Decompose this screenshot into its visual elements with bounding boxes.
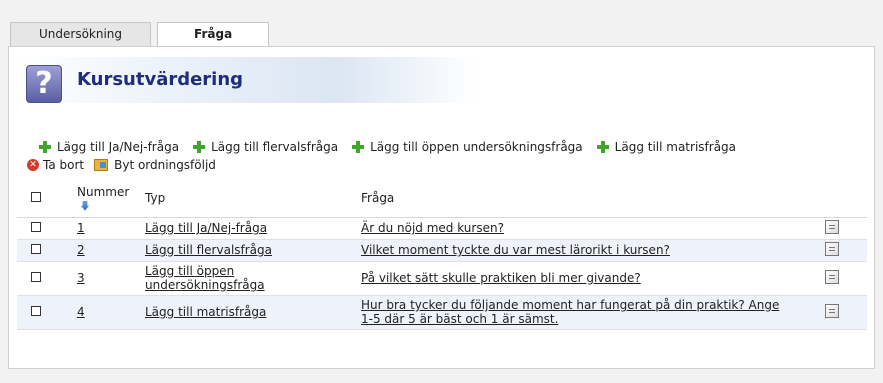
header-number-label: Nummer [77, 184, 130, 199]
questions-table: Nummer Typ Fråga 1 Lägg till Ja/Nej-fråg… [17, 179, 867, 330]
delete-button[interactable]: ✕ Ta bort [27, 158, 84, 172]
row-checkbox[interactable] [31, 272, 41, 282]
table-row: 1 Lägg till Ja/Nej-fråga Är du nöjd med … [17, 217, 867, 239]
tab-fraga[interactable]: Fråga [157, 22, 270, 47]
table-row: 4 Lägg till matrisfråga Hur bra tycker d… [17, 295, 867, 329]
row-question-link[interactable]: Vilket moment tyckte du var mest lärorik… [361, 243, 670, 257]
toolbar-add-row: Lägg till Ja/Nej-fråga Lägg till flerval… [39, 140, 750, 154]
edit-icon[interactable] [825, 303, 839, 318]
row-checkbox[interactable] [31, 306, 41, 316]
add-multi-button[interactable]: Lägg till flervalsfråga [193, 140, 338, 154]
row-number-link[interactable]: 1 [77, 221, 85, 235]
row-type-link[interactable]: Lägg till flervalsfråga [145, 243, 272, 257]
row-question-link[interactable]: Hur bra tycker du följande moment har fu… [361, 298, 791, 326]
header-type: Typ [145, 190, 166, 205]
select-all-checkbox[interactable] [31, 191, 41, 202]
add-matrix-button[interactable]: Lägg till matrisfråga [596, 140, 737, 154]
row-question-link[interactable]: På vilket sätt skulle praktiken bli mer … [361, 271, 641, 285]
delete-icon: ✕ [27, 159, 39, 171]
delete-label: Ta bort [43, 158, 85, 172]
add-multi-label: Lägg till flervalsfråga [211, 140, 339, 154]
sort-down-icon[interactable] [81, 200, 89, 211]
add-yesno-label: Lägg till Ja/Nej-fråga [57, 140, 180, 154]
add-yesno-button[interactable]: Lägg till Ja/Nej-fråga [39, 140, 179, 154]
row-type-link[interactable]: Lägg till öppen undersökningsfråga [145, 264, 285, 292]
add-matrix-label: Lägg till matrisfråga [614, 140, 737, 154]
content-panel: ? Kursutvärdering Lägg till Ja/Nej-fråga… [8, 46, 875, 369]
add-open-label: Lägg till öppen undersökningsfråga [370, 140, 583, 154]
row-number-link[interactable]: 2 [77, 243, 85, 257]
reorder-icon [94, 159, 109, 171]
page-title: Kursutvärdering [77, 69, 244, 90]
row-number-link[interactable]: 3 [77, 271, 85, 285]
tab-undersokning[interactable]: Undersökning [10, 22, 152, 46]
row-type-link[interactable]: Lägg till matrisfråga [145, 305, 266, 319]
plus-icon [596, 141, 609, 153]
row-question-link[interactable]: Är du nöjd med kursen? [361, 221, 504, 235]
row-type-link[interactable]: Lägg till Ja/Nej-fråga [145, 221, 267, 235]
header-number[interactable]: Nummer [61, 179, 141, 217]
edit-icon[interactable] [825, 241, 839, 256]
tab-bar: Undersökning Fråga [10, 22, 270, 47]
plus-icon [193, 141, 206, 153]
reorder-button[interactable]: Byt ordningsföljd [94, 158, 216, 172]
header-question: Fråga [361, 190, 395, 205]
edit-icon[interactable] [825, 219, 839, 234]
table-header-row: Nummer Typ Fråga [17, 179, 867, 217]
title-banner: ? Kursutvärdering [17, 57, 477, 103]
row-checkbox[interactable] [31, 244, 41, 254]
toolbar-actions-row: ✕ Ta bort Byt ordningsföljd [27, 158, 230, 172]
add-open-button[interactable]: Lägg till öppen undersökningsfråga [352, 140, 583, 154]
edit-icon[interactable] [825, 269, 839, 284]
row-number-link[interactable]: 4 [77, 305, 85, 319]
table-row: 3 Lägg till öppen undersökningsfråga På … [17, 261, 867, 295]
question-icon: ? [26, 65, 62, 103]
top-strip [0, 0, 883, 22]
row-checkbox[interactable] [31, 222, 41, 232]
reorder-label: Byt ordningsföljd [114, 158, 216, 172]
plus-icon [39, 141, 51, 153]
plus-icon [352, 141, 365, 153]
table-row: 2 Lägg till flervalsfråga Vilket moment … [17, 239, 867, 261]
